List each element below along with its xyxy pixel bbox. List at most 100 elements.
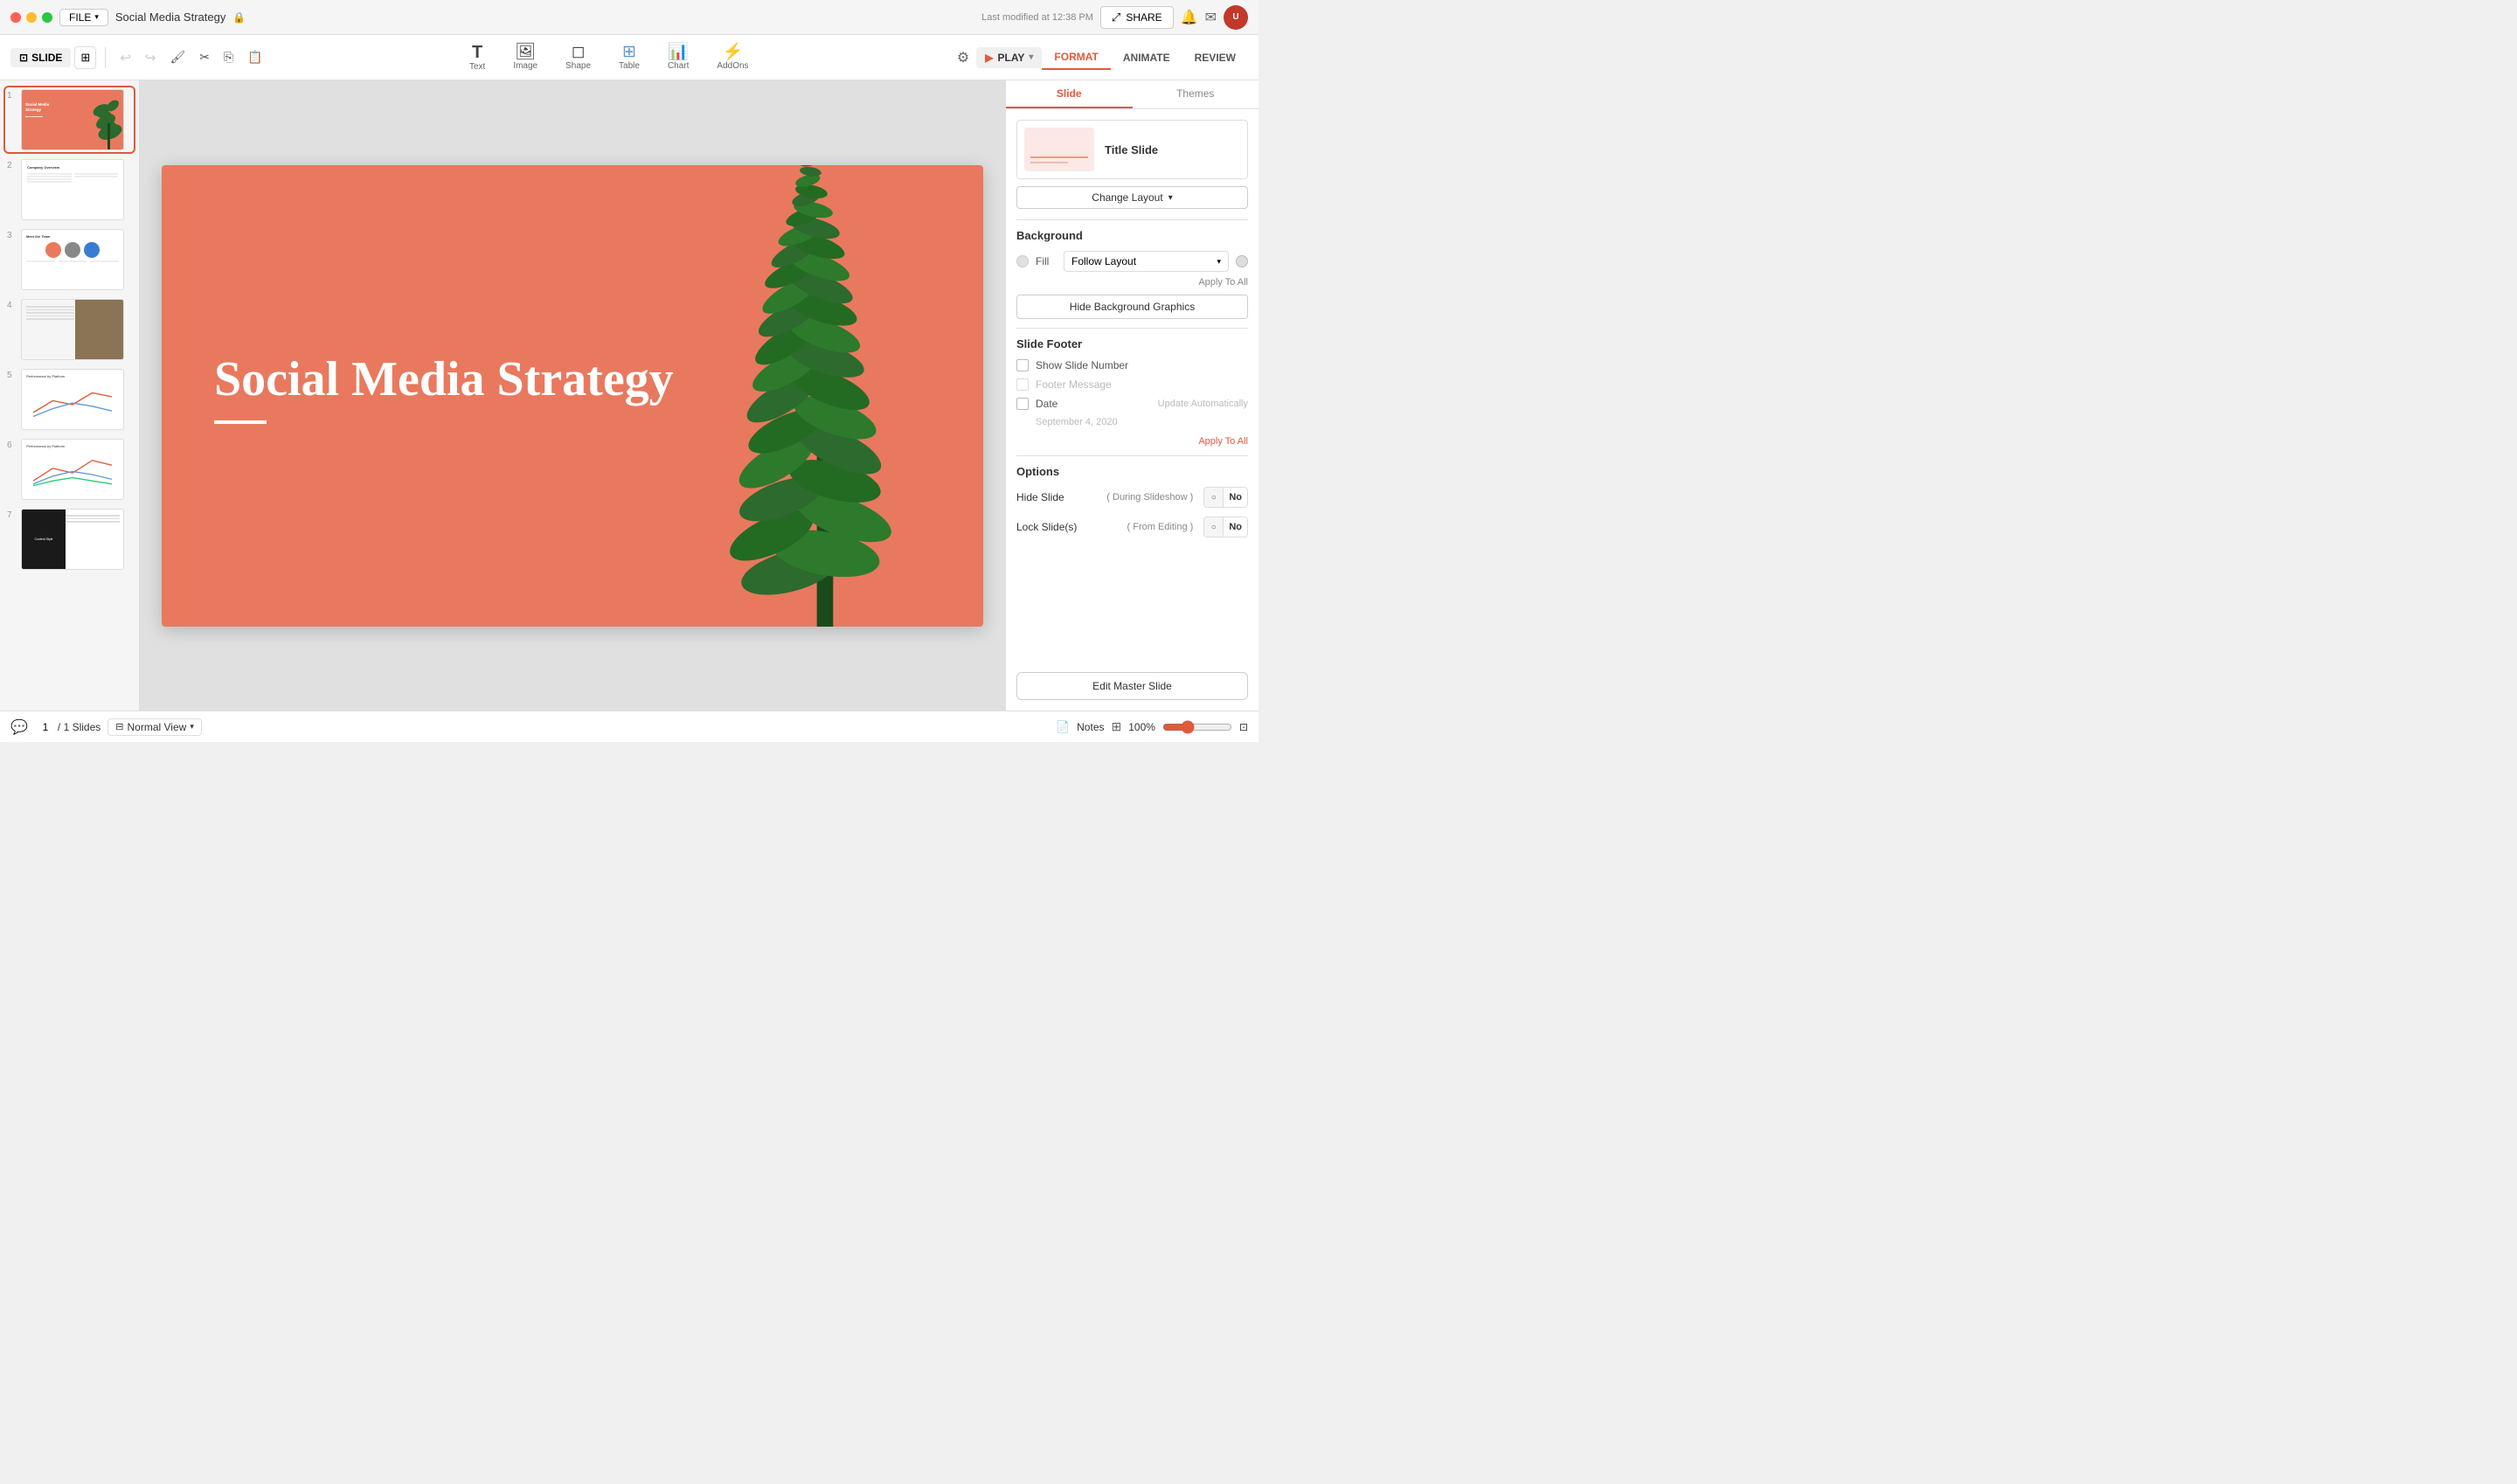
title-bar: FILE ▾ Social Media Strategy 🔒 Last modi…: [0, 0, 1258, 35]
notes-button[interactable]: Notes: [1077, 721, 1104, 733]
fill-value: Follow Layout: [1071, 255, 1136, 267]
hide-slide-toggle[interactable]: ○ No: [1203, 487, 1248, 508]
slide-button[interactable]: ⊡ SLIDE: [10, 48, 71, 67]
tab-slide[interactable]: Slide: [1006, 80, 1133, 108]
toolbar-center: T Text 🖼 Image ◻ Shape ⊞ Table 📊 Chart ⚡…: [455, 40, 763, 75]
slide-num-4: 4: [7, 299, 17, 310]
slide-num-7: 7: [7, 509, 17, 520]
bg-fill-row: Fill Follow Layout ▾: [1016, 251, 1248, 272]
traffic-light-red[interactable]: [10, 12, 21, 23]
apply-all-footer[interactable]: Apply To All: [1016, 436, 1248, 447]
undo-button[interactable]: ↩: [114, 46, 136, 69]
fit-button[interactable]: ⊡: [1239, 721, 1248, 733]
file-menu-button[interactable]: FILE ▾: [59, 9, 108, 26]
redo-button[interactable]: ↪: [140, 46, 162, 69]
slide-thumb-2[interactable]: 2 Company Overview: [5, 157, 134, 222]
chart-tool-icon: 📊: [668, 44, 689, 60]
hide-slide-sub: ( During Slideshow ): [1106, 492, 1193, 503]
message-icon[interactable]: ✉: [1205, 9, 1217, 26]
color-picker-dot[interactable]: [1236, 255, 1248, 267]
table-tool-icon: ⊞: [622, 44, 636, 60]
slide-title[interactable]: Social Media Strategy: [214, 353, 674, 425]
right-panel: Slide Themes Title Slide: [1005, 80, 1258, 711]
status-bar: 💬 / 1 Slides ⊟ Normal View ▾ 📄 Notes ⊞ 1…: [0, 711, 1258, 742]
edit-master-section: Edit Master Slide: [1006, 672, 1258, 711]
slide-icon: ⊡: [19, 52, 28, 64]
page-number-input[interactable]: [35, 721, 56, 733]
tool-shape[interactable]: ◻ Shape: [551, 40, 605, 74]
cut-button[interactable]: ✂: [194, 46, 215, 68]
chart-tool-label: Chart: [668, 61, 689, 71]
change-layout-label: Change Layout: [1092, 191, 1162, 204]
notes-icon: 📄: [1056, 720, 1070, 734]
slide-thumb-7[interactable]: 7 Content Style: [5, 507, 134, 572]
hide-background-button[interactable]: Hide Background Graphics: [1016, 295, 1248, 319]
grid-status-icon[interactable]: ⊞: [1112, 719, 1122, 734]
tool-text[interactable]: T Text: [455, 40, 499, 75]
date-checkbox[interactable]: [1016, 398, 1029, 410]
traffic-lights: [10, 12, 52, 23]
edit-master-button[interactable]: Edit Master Slide: [1016, 672, 1248, 700]
slide-num-5: 5: [7, 369, 17, 380]
slide-canvas[interactable]: Social Media Strategy: [162, 165, 983, 627]
date-row: Date Update Automatically: [1016, 398, 1248, 410]
paint-format-button[interactable]: 🖌: [164, 46, 191, 68]
update-auto-label: Update Automatically: [1158, 399, 1248, 409]
traffic-light-yellow[interactable]: [26, 12, 37, 23]
chat-icon[interactable]: 💬: [10, 718, 28, 736]
show-slide-num-row: Show Slide Number: [1016, 359, 1248, 371]
tool-image[interactable]: 🖼 Image: [499, 40, 551, 74]
fill-dropdown[interactable]: Follow Layout ▾: [1064, 251, 1229, 272]
copy-button[interactable]: ⎘: [218, 46, 239, 68]
zoom-slider[interactable]: [1162, 720, 1232, 734]
animate-tab[interactable]: ANIMATE: [1111, 46, 1182, 69]
hide-slide-toggle-off[interactable]: ○: [1204, 488, 1224, 507]
share-button[interactable]: ⤢ SHARE: [1100, 6, 1174, 29]
format-tab[interactable]: FORMAT: [1042, 45, 1110, 70]
slide-num-1: 1: [7, 89, 17, 101]
slide-thumb-3[interactable]: 3 Meet the Team: [5, 227, 134, 292]
lock-slide-toggle[interactable]: ○ No: [1203, 517, 1248, 537]
tool-addons[interactable]: ⚡ AddOns: [703, 40, 762, 74]
date-value: September 4, 2020: [1036, 417, 1118, 427]
traffic-light-green[interactable]: [42, 12, 52, 23]
avatar[interactable]: U: [1224, 5, 1248, 30]
tool-chart[interactable]: 📊 Chart: [654, 40, 703, 74]
normal-view-button[interactable]: ⊟ Normal View ▾: [107, 718, 202, 736]
addons-tool-label: AddOns: [717, 61, 748, 71]
paste-button[interactable]: 📋: [242, 46, 267, 68]
page-total: / 1 Slides: [58, 721, 101, 733]
layout-thumb: [1024, 128, 1094, 171]
divider-2: [1016, 328, 1248, 329]
tool-table[interactable]: ⊞ Table: [605, 40, 654, 74]
file-label: FILE: [69, 11, 91, 24]
edit-master-label: Edit Master Slide: [1092, 680, 1172, 692]
footer-title: Slide Footer: [1016, 337, 1248, 350]
bell-icon[interactable]: 🔔: [1181, 9, 1198, 26]
right-panel-tabs: Slide Themes: [1006, 80, 1258, 109]
footer-msg-row: Footer Message: [1016, 378, 1248, 391]
lock-slide-toggle-no[interactable]: No: [1224, 517, 1247, 537]
last-modified: Last modified at 12:38 PM: [981, 12, 1093, 23]
grid-view-button[interactable]: ⊞: [74, 46, 96, 69]
settings-button[interactable]: ⚙: [950, 45, 976, 70]
hide-slide-toggle-no[interactable]: No: [1224, 488, 1247, 507]
show-slide-num-checkbox[interactable]: [1016, 359, 1029, 371]
slide-thumb-6[interactable]: 6 Performance by Platform: [5, 437, 134, 502]
lock-slide-toggle-off[interactable]: ○: [1204, 517, 1224, 537]
change-layout-button[interactable]: Change Layout ▾: [1016, 186, 1248, 209]
file-caret: ▾: [94, 12, 99, 22]
play-caret: ▾: [1029, 52, 1033, 62]
review-tab[interactable]: REVIEW: [1182, 46, 1248, 69]
slide-thumb-1[interactable]: 1 Social Media: [5, 87, 134, 152]
status-left: 💬 / 1 Slides ⊟ Normal View ▾: [10, 718, 202, 736]
tab-themes[interactable]: Themes: [1133, 80, 1259, 108]
slide-thumb-4[interactable]: 4: [5, 297, 134, 362]
play-button[interactable]: ▶ PLAY ▾: [976, 47, 1042, 68]
slide-thumb-5[interactable]: 5 Performance by Platform: [5, 367, 134, 432]
footer-msg-checkbox[interactable]: [1016, 378, 1029, 391]
hide-slide-label: Hide Slide: [1016, 491, 1101, 503]
color-dot[interactable]: [1016, 255, 1029, 267]
page-indicator: / 1 Slides: [35, 721, 101, 733]
apply-all-bg[interactable]: Apply To All: [1016, 277, 1248, 288]
